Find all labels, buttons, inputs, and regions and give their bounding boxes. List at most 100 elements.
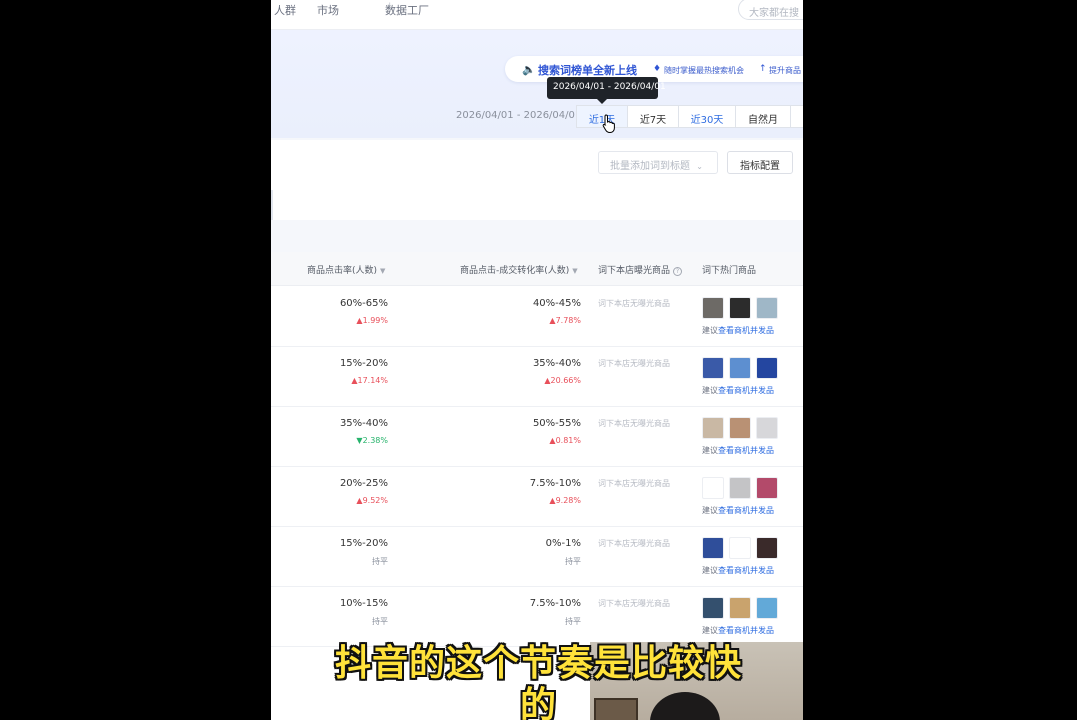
opportunity-link[interactable]: 建议查看商机并发品 — [702, 385, 774, 396]
segment-natural-month[interactable]: 自然月 — [735, 105, 791, 128]
cvr-value: 7.5%-10% — [529, 598, 581, 609]
card-edge — [271, 190, 273, 220]
ctr-value: 35%-40% — [339, 418, 388, 429]
announcement-sub1: 随时掌握最热搜索机会 — [664, 66, 744, 75]
link-prefix: 建议 — [702, 566, 718, 575]
link-text: 查看商机并发品 — [718, 566, 774, 575]
batch-add-label: 批量添加词到标题 — [610, 161, 690, 172]
product-thumbnail[interactable] — [729, 417, 751, 439]
product-thumbnail[interactable] — [756, 597, 778, 619]
product-thumbnail[interactable] — [729, 297, 751, 319]
ctr-delta: ▼2.38% — [356, 436, 388, 445]
product-thumbnail[interactable] — [729, 537, 751, 559]
ctr-value: 15%-20% — [339, 358, 388, 369]
table-row[interactable]: 15%-20% 持平 0%-1% 持平 词下本店无曝光商品 建议查看商机并发品 — [271, 527, 803, 587]
product-thumbnail[interactable] — [756, 477, 778, 499]
link-prefix: 建议 — [702, 446, 718, 455]
announcement-title: 搜索词榜单全新上线 — [538, 64, 637, 77]
opportunity-link[interactable]: 建议查看商机并发品 — [702, 445, 774, 456]
link-text: 查看商机并发品 — [718, 386, 774, 395]
cvr-delta: 持平 — [565, 617, 581, 626]
sort-icon[interactable]: ▼ — [572, 267, 577, 275]
store-items-empty: 词下本店无曝光商品 — [598, 599, 670, 608]
product-thumbnail[interactable] — [702, 597, 724, 619]
subtitle-line-2: 的 — [519, 685, 557, 720]
screen-capture: 人群 市场 | 数据工厂 大家都在搜 🔈 搜索词榜单全新上线 ♦ 随时掌握最热搜… — [271, 0, 803, 720]
speaker-icon: 🔈 — [522, 63, 536, 76]
product-thumbnail[interactable] — [702, 417, 724, 439]
cvr-value: 50%-55% — [532, 418, 581, 429]
date-tooltip: 2026/04/01 - 2026/04/01 — [547, 77, 666, 99]
toolbar-card — [271, 140, 803, 220]
cvr-delta: ▲20.66% — [544, 376, 581, 385]
opportunity-link[interactable]: 建议查看商机并发品 — [702, 565, 774, 576]
opportunity-link[interactable]: 建议查看商机并发品 — [702, 505, 774, 516]
table-row[interactable]: 20%-25% ▲9.52% 7.5%-10% ▲9.28% 词下本店无曝光商品 建议查看… — [271, 467, 803, 527]
hot-item-thumbnails — [702, 597, 783, 619]
chevron-down-icon: ⌄ — [696, 162, 703, 171]
cvr-value: 35%-40% — [532, 358, 581, 369]
product-thumbnail[interactable] — [702, 537, 724, 559]
link-prefix: 建议 — [702, 326, 718, 335]
product-thumbnail[interactable] — [756, 417, 778, 439]
ctr-delta: ▲9.52% — [356, 496, 388, 505]
header-hot-items: 词下热门商品 — [702, 266, 757, 276]
arrow-up-icon: ↑ — [759, 64, 767, 74]
product-thumbnail[interactable] — [756, 537, 778, 559]
search-input[interactable]: 大家都在搜 — [738, 0, 803, 20]
cvr-delta: ▲0.81% — [549, 436, 581, 445]
ctr-value: 60%-65% — [339, 298, 388, 309]
hot-item-thumbnails — [702, 357, 783, 379]
link-prefix: 建议 — [702, 506, 718, 515]
header-ctr-label: 商品点击率(人数) — [307, 266, 378, 276]
segment-30-days[interactable]: 近30天 — [678, 105, 736, 128]
info-icon[interactable]: ? — [673, 267, 683, 276]
ctr-value: 15%-20% — [339, 538, 388, 549]
store-items-empty: 词下本店无曝光商品 — [598, 359, 670, 368]
header-cvr[interactable]: 商品点击-成交转化率(人数) ▼ — [460, 263, 578, 276]
announcement-sub2: 提升商品 — [769, 66, 801, 75]
product-thumbnail[interactable] — [702, 477, 724, 499]
link-text: 查看商机并发品 — [718, 446, 774, 455]
product-thumbnail[interactable] — [702, 297, 724, 319]
product-thumbnail[interactable] — [756, 357, 778, 379]
nav-item-market[interactable]: 市场 — [317, 2, 339, 18]
flame-icon: ♦ — [653, 64, 662, 74]
product-thumbnail[interactable] — [729, 357, 751, 379]
product-thumbnail[interactable] — [702, 357, 724, 379]
sort-icon[interactable]: ▼ — [380, 267, 385, 275]
header-store-label: 词下本店曝光商品 — [598, 266, 671, 276]
ctr-delta: 持平 — [372, 617, 388, 626]
store-items-empty: 词下本店无曝光商品 — [598, 479, 670, 488]
store-items-empty: 词下本店无曝光商品 — [598, 299, 670, 308]
product-thumbnail[interactable] — [729, 477, 751, 499]
store-items-empty: 词下本店无曝光商品 — [598, 419, 670, 428]
ctr-value: 20%-25% — [339, 478, 388, 489]
hand-cursor-icon — [602, 114, 615, 134]
segment-7-days[interactable]: 近7天 — [627, 105, 679, 128]
table-row[interactable]: 15%-20% ▲17.14% 35%-40% ▲20.66% 词下本店无曝光商品 建议查… — [271, 347, 803, 407]
product-thumbnail[interactable] — [756, 297, 778, 319]
ctr-delta: ▲1.99% — [356, 316, 388, 325]
batch-add-to-title-button[interactable]: 批量添加词到标题 ⌄ — [598, 151, 718, 174]
link-text: 查看商机并发品 — [718, 506, 774, 515]
hot-item-thumbnails — [702, 297, 783, 319]
hot-item-thumbnails — [702, 537, 783, 559]
table-row[interactable]: 60%-65% ▲1.99% 40%-45% ▲7.78% 词下本店无曝光商品 建议查看商… — [271, 287, 803, 347]
nav-item-data-factory[interactable]: 数据工厂 — [385, 2, 429, 18]
hot-item-thumbnails — [702, 417, 783, 439]
date-range-label: 2026/04/01 - 2026/04/01 — [456, 110, 582, 121]
product-thumbnail[interactable] — [729, 597, 751, 619]
metrics-config-button[interactable]: 指标配置 — [727, 151, 793, 174]
nav-item-crowd[interactable]: 人群 — [274, 2, 296, 18]
link-text: 查看商机并发品 — [718, 326, 774, 335]
opportunity-link[interactable]: 建议查看商机并发品 — [702, 325, 774, 336]
hot-item-thumbnails — [702, 477, 783, 499]
header-ctr[interactable]: 商品点击率(人数) ▼ — [307, 263, 385, 276]
store-items-empty: 词下本店无曝光商品 — [598, 539, 670, 548]
header-cvr-label: 商品点击-成交转化率(人数) — [460, 266, 570, 276]
cvr-value: 7.5%-10% — [529, 478, 581, 489]
segment-more[interactable] — [790, 105, 803, 128]
table-row[interactable]: 35%-40% ▼2.38% 50%-55% ▲0.81% 词下本店无曝光商品建议查看商… — [271, 407, 803, 467]
cvr-delta: 持平 — [565, 557, 581, 566]
